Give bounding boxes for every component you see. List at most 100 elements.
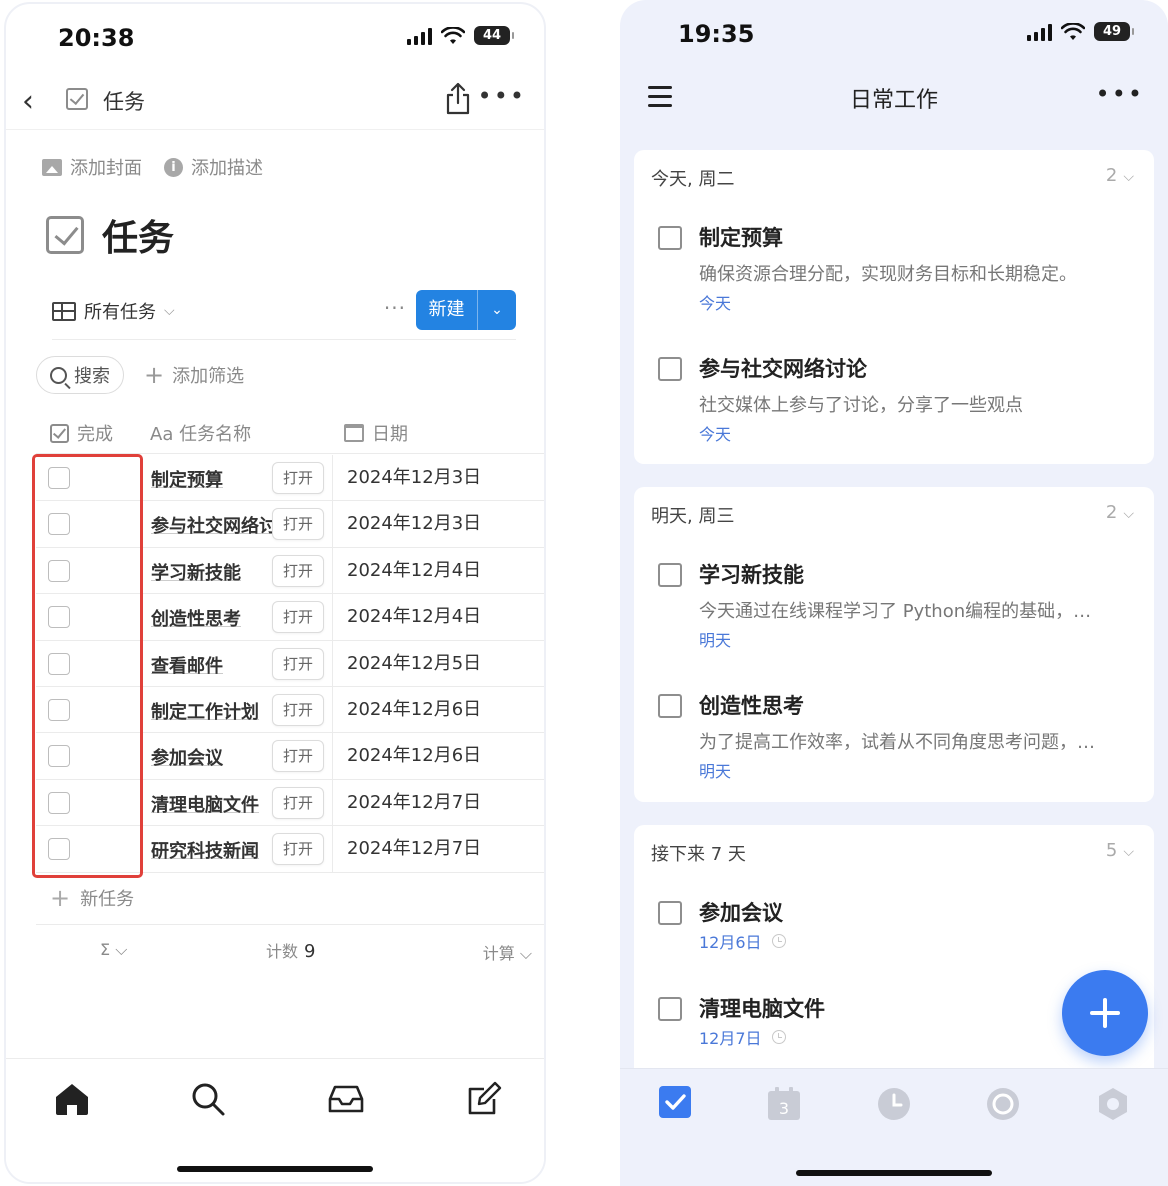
view-selector[interactable]: 所有任务 ⌵: [52, 298, 175, 324]
checkbox-tab-icon[interactable]: [658, 1085, 692, 1119]
task-name-cell[interactable]: 制定工作计划: [151, 698, 273, 724]
date-cell[interactable]: 2024年12月4日: [332, 594, 544, 641]
search-icon[interactable]: [188, 1079, 228, 1119]
task-checkbox[interactable]: [658, 901, 682, 925]
view-name: 所有任务: [84, 302, 156, 323]
checkbox-page-icon: [46, 216, 84, 254]
reminder-clock-icon: [771, 1030, 786, 1044]
clock-tab-icon[interactable]: [877, 1087, 911, 1121]
open-button[interactable]: 打开: [272, 693, 324, 726]
task-item[interactable]: 制定预算 确保资源合理分配，实现财务目标和长期稳定。 今天: [658, 222, 1136, 318]
new-task-button[interactable]: + 新任务: [50, 884, 134, 912]
task-checkbox[interactable]: [658, 226, 682, 250]
date-cell[interactable]: 2024年12月4日: [332, 547, 544, 594]
task-description: 社交媒体上参与了讨论，分享了一些观点: [699, 395, 1023, 416]
section-count[interactable]: 5 ⌵: [1106, 840, 1134, 861]
date-cell[interactable]: 2024年12月6日: [332, 733, 544, 780]
home-indicator: [796, 1170, 992, 1176]
open-button[interactable]: 打开: [272, 833, 324, 866]
date-cell[interactable]: 2024年12月7日: [332, 779, 544, 826]
open-button[interactable]: 打开: [272, 462, 324, 494]
task-item[interactable]: 学习新技能 今天通过在线课程学习了 Python编程的基础，… 明天: [658, 559, 1136, 655]
task-checkbox[interactable]: [658, 357, 682, 381]
new-dropdown-chevron-icon[interactable]: ⌄: [478, 302, 516, 318]
add-task-fab-button[interactable]: [1062, 970, 1148, 1056]
view-more-icon[interactable]: ···: [384, 296, 406, 320]
task-name-cell[interactable]: 查看邮件: [151, 652, 273, 678]
task-title: 参加会议: [699, 901, 783, 925]
settings-tab-icon[interactable]: [1096, 1087, 1130, 1121]
list-title: 日常工作: [849, 88, 938, 113]
back-chevron-icon[interactable]: ‹: [22, 84, 34, 119]
wifi-icon: [441, 26, 465, 44]
section-header[interactable]: 今天, 周二: [651, 165, 734, 191]
task-name-cell[interactable]: 清理电脑文件: [151, 791, 273, 817]
new-task-label: 新任务: [80, 889, 135, 910]
date-cell[interactable]: 2024年12月7日: [332, 826, 544, 873]
open-button[interactable]: 打开: [272, 647, 324, 680]
inbox-icon[interactable]: [326, 1079, 366, 1119]
open-button[interactable]: 打开: [272, 554, 324, 587]
section-count-value: 5: [1105, 840, 1118, 861]
date-cell[interactable]: 2024年12月3日: [332, 455, 544, 501]
new-button[interactable]: 新建 ⌄: [416, 290, 516, 330]
plus-icon: +: [50, 884, 71, 912]
status-time: 19:35: [678, 20, 755, 48]
section-count-value: 2: [1105, 165, 1118, 186]
open-button[interactable]: 打开: [272, 601, 324, 634]
column-date-label: 日期: [372, 424, 408, 445]
add-cover-button[interactable]: 添加封面: [42, 154, 142, 180]
column-date[interactable]: 日期: [344, 420, 408, 446]
task-due-label: 12月7日: [699, 1029, 762, 1048]
checkbox-column-icon: [50, 423, 69, 443]
task-item[interactable]: 参加会议 12月6日: [658, 897, 1136, 957]
date-cell[interactable]: 2024年12月5日: [332, 640, 544, 687]
task-name-cell[interactable]: 学习新技能: [151, 559, 273, 585]
section-count[interactable]: 2 ⌵: [1106, 165, 1134, 186]
open-button[interactable]: 打开: [272, 508, 324, 541]
open-button[interactable]: 打开: [272, 740, 324, 773]
task-checkbox[interactable]: [658, 997, 682, 1021]
task-name-cell[interactable]: 参与社交网络讨论: [151, 512, 273, 538]
focus-tab-icon[interactable]: [986, 1087, 1020, 1121]
reminder-clock-icon: [771, 934, 786, 948]
home-icon[interactable]: [52, 1079, 92, 1119]
section-header[interactable]: 接下来 7 天: [651, 840, 746, 866]
task-checkbox[interactable]: [658, 694, 682, 718]
more-options-icon[interactable]: •••: [478, 82, 526, 110]
date-cell[interactable]: 2024年12月6日: [332, 686, 544, 733]
open-button[interactable]: 打开: [272, 786, 324, 819]
add-description-button[interactable]: i 添加描述: [164, 154, 263, 180]
column-name[interactable]: Aa 任务名称: [150, 420, 251, 446]
task-name-cell[interactable]: 创造性思考: [151, 605, 273, 631]
section-count[interactable]: 2 ⌵: [1106, 502, 1134, 523]
calendar-tab-icon[interactable]: 3: [767, 1087, 801, 1121]
task-name-cell[interactable]: 制定预算: [151, 466, 273, 492]
section-header[interactable]: 明天, 周三: [651, 502, 734, 528]
calculate-dropdown[interactable]: 计算 ⌵: [483, 940, 532, 964]
top-nav: 日常工作 •••: [620, 70, 1168, 128]
date-cell[interactable]: 2024年12月3日: [332, 501, 544, 548]
table-icon: [52, 301, 76, 321]
task-due: 明天: [699, 758, 731, 782]
status-bar: 20:38 44: [6, 4, 544, 74]
task-checkbox[interactable]: [658, 563, 682, 587]
more-options-icon[interactable]: •••: [1096, 80, 1144, 108]
task-item[interactable]: 创造性思考 为了提高工作效率，试着从不同角度思考问题，… 明天: [658, 690, 1136, 786]
compose-icon[interactable]: [464, 1079, 504, 1119]
share-icon[interactable]: [444, 82, 472, 116]
page-title: 任务: [46, 209, 174, 261]
task-name-cell[interactable]: 研究科技新闻: [151, 837, 273, 863]
task-section-card: 接下来 7 天 5 ⌵ 参加会议 12月6日 清理电脑文件 12月7日: [634, 825, 1154, 1085]
task-checkbox-icon: [66, 88, 88, 110]
top-nav: ‹ 任务 •••: [6, 76, 544, 130]
search-icon: [50, 366, 67, 384]
sigma-dropdown[interactable]: Σ ⌵: [100, 940, 127, 960]
count-value: 9: [304, 941, 316, 962]
task-item[interactable]: 参与社交网络讨论 社交媒体上参与了讨论，分享了一些观点 今天: [658, 353, 1136, 449]
column-done[interactable]: 完成: [50, 420, 113, 446]
task-name-cell[interactable]: 参加会议: [151, 744, 273, 770]
add-filter-button[interactable]: + 添加筛选: [144, 361, 244, 389]
chevron-down-icon: ⌵: [1123, 506, 1134, 522]
search-button[interactable]: 搜索: [36, 356, 124, 394]
